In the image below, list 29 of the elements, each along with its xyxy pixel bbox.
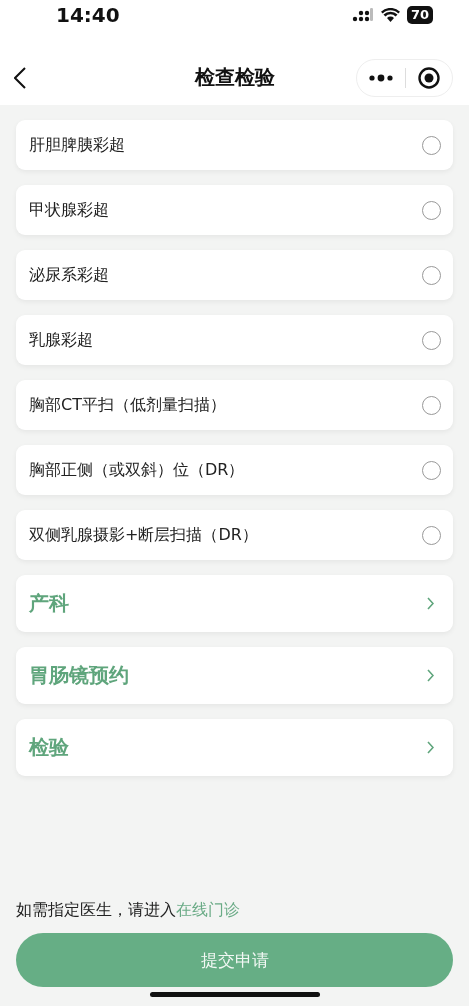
hint-text: 如需指定医生，请进入在线门诊 [16, 900, 241, 921]
exam-option-label: 泌尿系彩超 [29, 264, 109, 286]
exam-option[interactable]: 双侧乳腺摄影+断层扫描（DR） [16, 510, 453, 560]
exam-option[interactable]: 胸部正侧（或双斜）位（DR） [16, 445, 453, 495]
category-label: 产科 [29, 590, 69, 617]
exam-option-label: 胸部CT平扫（低剂量扫描） [29, 394, 226, 416]
page-title: 检查检验 [194, 64, 275, 91]
chevron-right-icon [427, 669, 434, 682]
exam-option[interactable]: 甲状腺彩超 [16, 185, 453, 235]
more-icon[interactable] [369, 73, 393, 82]
wifi-icon [380, 8, 400, 22]
chevron-right-icon [427, 741, 434, 754]
category-label: 胃肠镜预约 [29, 662, 129, 689]
exam-option[interactable]: 肝胆脾胰彩超 [16, 120, 453, 170]
exam-option-label: 胸部正侧（或双斜）位（DR） [29, 459, 245, 481]
exam-option-label: 肝胆脾胰彩超 [29, 134, 125, 156]
exam-option-label: 乳腺彩超 [29, 329, 93, 351]
chevron-right-icon [427, 597, 434, 610]
exam-option[interactable]: 泌尿系彩超 [16, 250, 453, 300]
exam-option-label: 甲状腺彩超 [29, 199, 109, 221]
close-target-icon[interactable] [418, 66, 440, 89]
category-label: 检验 [29, 734, 69, 761]
battery-level: 70 [406, 6, 433, 24]
back-icon[interactable] [14, 66, 26, 89]
exam-option-label: 双侧乳腺摄影+断层扫描（DR） [29, 524, 258, 546]
signal-icon [351, 8, 374, 22]
clock-time: 14:40 [56, 3, 120, 27]
exam-option[interactable]: 乳腺彩超 [16, 315, 453, 365]
exam-option[interactable]: 胸部CT平扫（低剂量扫描） [16, 380, 453, 430]
